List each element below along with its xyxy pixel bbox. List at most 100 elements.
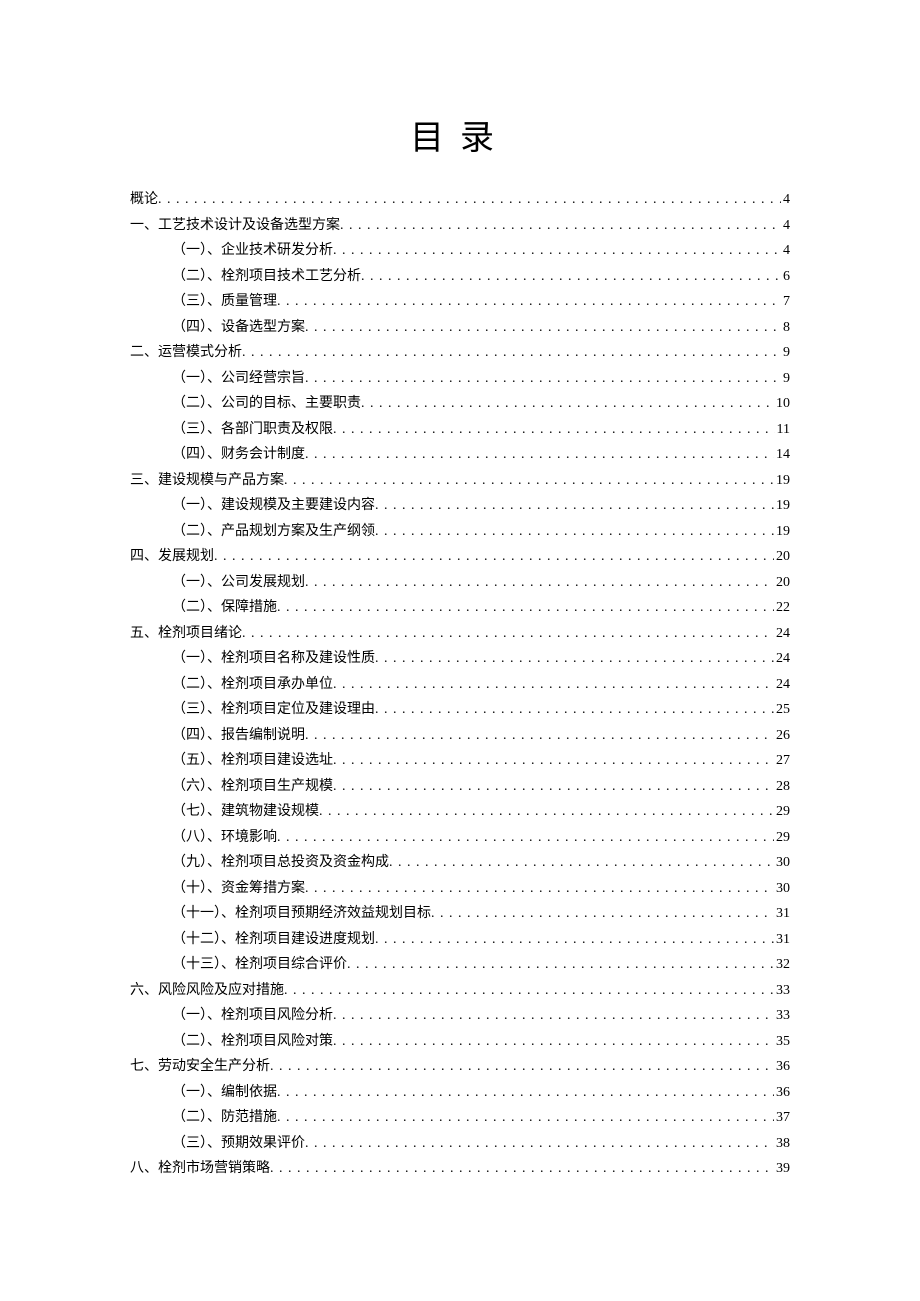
toc-row: （一）、编制依据 36 bbox=[130, 1080, 790, 1106]
toc-dot-leader bbox=[375, 646, 774, 672]
toc-dot-leader bbox=[305, 366, 781, 392]
toc-dot-leader bbox=[284, 978, 774, 1004]
page-content: 目录 概论4一、工艺技术设计及设备选型方案4（一）、企业技术研发分析4（二）、栓… bbox=[0, 0, 920, 1242]
toc-entry-label: （一）、公司发展规划 bbox=[172, 570, 305, 596]
toc-dot-leader bbox=[431, 901, 774, 927]
toc-dot-leader bbox=[305, 723, 774, 749]
toc-entry-page: 4 bbox=[781, 187, 790, 213]
toc-dot-leader bbox=[242, 340, 781, 366]
toc-dot-leader bbox=[277, 1105, 774, 1131]
toc-dot-leader bbox=[333, 417, 775, 443]
toc-dot-leader bbox=[305, 1131, 774, 1157]
toc-entry-label: （三）、栓剂项目定位及建设理由 bbox=[172, 697, 375, 723]
toc-entry-page: 39 bbox=[774, 1156, 790, 1182]
toc-row: （四）、报告编制说明26 bbox=[130, 723, 790, 749]
toc-row: 概论 4 bbox=[130, 187, 790, 213]
toc-entry-page: 36 bbox=[774, 1080, 790, 1106]
toc-entry-label: （四）、财务会计制度 bbox=[172, 442, 305, 468]
toc-entry-page: 32 bbox=[774, 952, 790, 978]
toc-entry-page: 4 bbox=[781, 238, 790, 264]
toc-entry-label: （二）、栓剂项目承办单位 bbox=[172, 672, 333, 698]
toc-entry-page: 33 bbox=[774, 1003, 790, 1029]
toc-dot-leader bbox=[319, 799, 774, 825]
toc-row: （一）、栓剂项目名称及建设性质24 bbox=[130, 646, 790, 672]
toc-dot-leader bbox=[270, 1054, 774, 1080]
toc-entry-label: 二、运营模式分析 bbox=[130, 340, 242, 366]
toc-entry-page: 36 bbox=[774, 1054, 790, 1080]
toc-entry-page: 9 bbox=[781, 340, 790, 366]
toc-entry-label: 七、劳动安全生产分析 bbox=[130, 1054, 270, 1080]
toc-row: （一）、栓剂项目风险分析 33 bbox=[130, 1003, 790, 1029]
toc-row: （一）、公司经营宗旨 9 bbox=[130, 366, 790, 392]
toc-entry-label: （二）、栓剂项目技术工艺分析 bbox=[172, 264, 361, 290]
toc-dot-leader bbox=[284, 468, 774, 494]
toc-entry-page: 14 bbox=[774, 442, 790, 468]
toc-entry-page: 20 bbox=[774, 544, 790, 570]
toc-row: 六、风险风险及应对措施33 bbox=[130, 978, 790, 1004]
toc-entry-page: 30 bbox=[774, 850, 790, 876]
toc-entry-page: 4 bbox=[781, 213, 790, 239]
toc-dot-leader bbox=[375, 927, 774, 953]
toc-dot-leader bbox=[158, 187, 781, 213]
toc-dot-leader bbox=[305, 315, 781, 341]
toc-entry-page: 9 bbox=[781, 366, 790, 392]
toc-entry-page: 19 bbox=[774, 468, 790, 494]
toc-entry-page: 30 bbox=[774, 876, 790, 902]
toc-entry-label: （一）、建设规模及主要建设内容 bbox=[172, 493, 375, 519]
toc-entry-label: （一）、栓剂项目风险分析 bbox=[172, 1003, 333, 1029]
toc-entry-page: 28 bbox=[774, 774, 790, 800]
toc-dot-leader bbox=[270, 1156, 774, 1182]
toc-entry-label: 八、栓剂市场营销策略 bbox=[130, 1156, 270, 1182]
toc-dot-leader bbox=[305, 570, 774, 596]
toc-dot-leader bbox=[214, 544, 774, 570]
toc-entry-label: （一）、编制依据 bbox=[172, 1080, 277, 1106]
toc-dot-leader bbox=[333, 238, 781, 264]
toc-dot-leader bbox=[277, 825, 774, 851]
toc-dot-leader bbox=[375, 697, 774, 723]
toc-entry-page: 26 bbox=[774, 723, 790, 749]
toc-entry-label: （四）、设备选型方案 bbox=[172, 315, 305, 341]
toc-row: （四）、财务会计制度 14 bbox=[130, 442, 790, 468]
toc-dot-leader bbox=[333, 748, 774, 774]
toc-entry-label: （二）、栓剂项目风险对策 bbox=[172, 1029, 333, 1055]
toc-entry-label: （九）、栓剂项目总投资及资金构成 bbox=[172, 850, 389, 876]
toc-entry-label: （三）、各部门职责及权限 bbox=[172, 417, 333, 443]
toc-dot-leader bbox=[333, 672, 774, 698]
toc-entry-label: （一）、公司经营宗旨 bbox=[172, 366, 305, 392]
toc-row: 八、栓剂市场营销策略 39 bbox=[130, 1156, 790, 1182]
toc-entry-page: 29 bbox=[774, 799, 790, 825]
toc-entry-label: （六）、栓剂项目生产规模 bbox=[172, 774, 333, 800]
toc-dot-leader bbox=[375, 493, 774, 519]
toc-row: 四、发展规划20 bbox=[130, 544, 790, 570]
toc-entry-page: 19 bbox=[774, 519, 790, 545]
toc-dot-leader bbox=[305, 876, 774, 902]
toc-entry-label: （一）、企业技术研发分析 bbox=[172, 238, 333, 264]
toc-entry-page: 31 bbox=[774, 927, 790, 953]
toc-entry-page: 6 bbox=[781, 264, 790, 290]
toc-entry-page: 33 bbox=[774, 978, 790, 1004]
toc-entry-page: 24 bbox=[774, 672, 790, 698]
toc-entry-page: 27 bbox=[774, 748, 790, 774]
toc-row: （二）、公司的目标、主要职责10 bbox=[130, 391, 790, 417]
toc-row: （一）、建设规模及主要建设内容19 bbox=[130, 493, 790, 519]
toc-row: （二）、保障措施22 bbox=[130, 595, 790, 621]
toc-row: （七）、建筑物建设规模 29 bbox=[130, 799, 790, 825]
toc-entry-label: （二）、防范措施 bbox=[172, 1105, 277, 1131]
toc-entry-label: （七）、建筑物建设规模 bbox=[172, 799, 319, 825]
toc-entry-label: （十三）、栓剂项目综合评价 bbox=[172, 952, 347, 978]
toc-dot-leader bbox=[340, 213, 781, 239]
toc-entry-label: 概论 bbox=[130, 187, 158, 213]
toc-entry-page: 20 bbox=[774, 570, 790, 596]
toc-dot-leader bbox=[361, 264, 781, 290]
toc-row: （一）、企业技术研发分析 4 bbox=[130, 238, 790, 264]
toc-entry-label: （三）、预期效果评价 bbox=[172, 1131, 305, 1157]
toc-list: 概论4一、工艺技术设计及设备选型方案4（一）、企业技术研发分析4（二）、栓剂项目… bbox=[130, 187, 790, 1182]
toc-entry-page: 10 bbox=[774, 391, 790, 417]
toc-row: （三）、预期效果评价38 bbox=[130, 1131, 790, 1157]
toc-entry-label: （二）、产品规划方案及生产纲领 bbox=[172, 519, 375, 545]
toc-dot-leader bbox=[375, 519, 774, 545]
toc-row: （二）、栓剂项目承办单位 24 bbox=[130, 672, 790, 698]
toc-row: 三、建设规模与产品方案19 bbox=[130, 468, 790, 494]
toc-dot-leader bbox=[305, 442, 774, 468]
toc-entry-page: 8 bbox=[781, 315, 790, 341]
